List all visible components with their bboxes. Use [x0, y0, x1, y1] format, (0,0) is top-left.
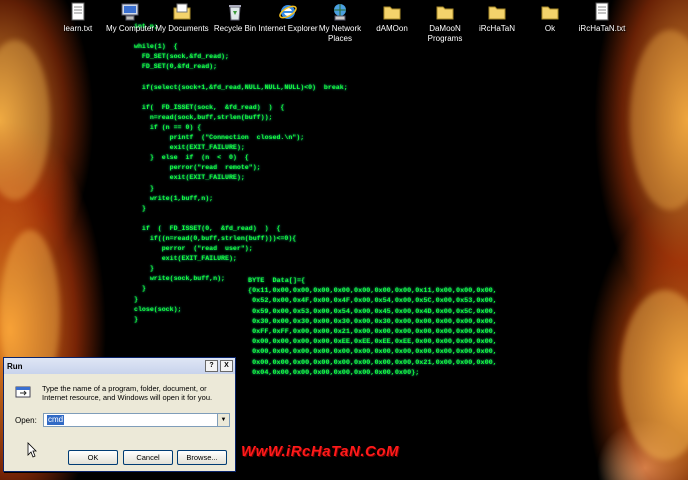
folder-icon — [436, 6, 454, 20]
open-combobox[interactable]: cmd ▼ — [43, 413, 230, 427]
internet-explorer-icon — [279, 5, 297, 19]
desktop-icon-label: DaMooN Programs — [427, 24, 463, 43]
text-file-icon — [595, 2, 609, 21]
run-dialog-description: Type the name of a program, folder, docu… — [42, 384, 213, 402]
folder-icon — [488, 6, 506, 20]
text-file-icon — [71, 2, 85, 21]
desktop-icon-label: iRcHaTaN — [478, 24, 515, 33]
computer-icon — [121, 3, 139, 21]
desktop-icon-irchatan-txt[interactable]: iRcHaTaN.txt — [568, 2, 636, 34]
network-places-icon — [334, 4, 346, 21]
close-button[interactable]: X — [220, 360, 233, 372]
chevron-down-icon[interactable]: ▼ — [217, 414, 229, 426]
folder-icon — [383, 6, 401, 20]
desktop-icon-label: My Computer — [105, 24, 154, 33]
run-dialog-title: Run — [7, 361, 23, 371]
desktop-icon-label: dAMOon — [376, 24, 408, 33]
documents-folder-icon — [173, 3, 191, 20]
desktop-icon-label: iRcHaTaN.txt — [578, 24, 626, 33]
recycle-bin-icon — [229, 5, 241, 21]
desktop-icon-label: learn.txt — [63, 24, 93, 33]
browse-button[interactable]: Browse... — [177, 450, 227, 465]
open-label: Open: — [15, 416, 37, 425]
cancel-button[interactable]: Cancel — [123, 450, 173, 465]
run-dialog-titlebar[interactable]: Run ? X — [4, 358, 235, 374]
ok-button[interactable]: OK — [68, 450, 118, 465]
folder-icon — [541, 6, 559, 20]
help-button[interactable]: ? — [205, 360, 218, 372]
desktop-icon-label: Ok — [544, 24, 556, 33]
run-dialog: Run ? X Type the name of a program, fold… — [3, 357, 236, 472]
run-icon — [15, 386, 31, 398]
code-text-right: BYTE Data[]={ {0x11,0x00,0x00,0x00,0x00,… — [248, 277, 497, 377]
watermark-text: WwW.iRcHaTaN.CoM — [241, 443, 399, 460]
mouse-pointer-icon — [27, 442, 37, 458]
desktop-icon-label: My Network Places — [318, 24, 362, 43]
desktop-icon-label: Recycle Bin — [213, 24, 257, 33]
open-input[interactable]: cmd — [47, 415, 65, 425]
